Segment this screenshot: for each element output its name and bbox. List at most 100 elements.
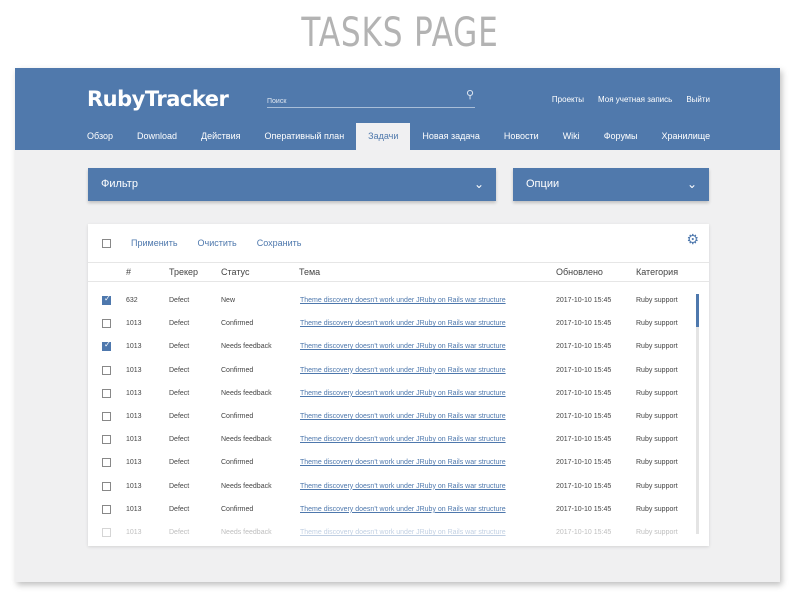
updated: 2017-10-10 15:45: [556, 529, 612, 536]
subject-link[interactable]: Theme discovery doesn't work under JRuby…: [300, 483, 506, 490]
tracker: Defect: [169, 389, 190, 397]
updated: 2017-10-10 15:45: [556, 389, 612, 397]
status: Needs feedback: [221, 389, 272, 397]
row-checkbox[interactable]: [102, 528, 111, 537]
row-checkbox[interactable]: [102, 388, 111, 398]
issue-id: 1013: [126, 436, 142, 444]
scrollbar[interactable]: [696, 294, 699, 534]
nav-tab[interactable]: Хранилище: [650, 123, 723, 150]
status: Confirmed: [221, 366, 254, 374]
table-row[interactable]: 632 Defect New Theme discovery doesn't w…: [88, 290, 688, 313]
table-row[interactable]: 1013 Defect Confirmed Theme discovery do…: [88, 360, 688, 383]
save-button[interactable]: Сохранить: [257, 238, 302, 248]
col-updated[interactable]: Обновлено: [556, 267, 603, 277]
options-panel-toggle[interactable]: Опции ⌄: [513, 168, 709, 201]
scrollbar-thumb[interactable]: [696, 294, 699, 327]
app-window: RubyTracker ⚲ Проекты Моя учетная запись…: [15, 68, 780, 582]
tracker: Defect: [169, 297, 190, 304]
table-row[interactable]: 1013 Defect Needs feedback Theme discove…: [88, 383, 688, 406]
row-checkbox[interactable]: [102, 458, 111, 468]
category: Ruby support: [636, 343, 678, 351]
tracker: Defect: [169, 505, 190, 513]
subject-link[interactable]: Theme discovery doesn't work under JRuby…: [300, 413, 506, 420]
updated: 2017-10-10 15:45: [556, 413, 612, 420]
link-my-account[interactable]: Моя учетная запись: [598, 95, 672, 104]
subject-link[interactable]: Theme discovery doesn't work under JRuby…: [300, 390, 506, 397]
table-row[interactable]: 1013 Defect Needs feedback Theme discove…: [88, 336, 688, 359]
tracker: Defect: [169, 413, 190, 420]
logo[interactable]: RubyTracker: [87, 87, 229, 111]
col-category[interactable]: Категория: [636, 267, 678, 277]
table-row[interactable]: 1013 Defect Needs feedback Theme discove…: [88, 429, 688, 452]
nav-tab[interactable]: Новости: [492, 123, 551, 150]
row-checkbox[interactable]: [102, 365, 111, 375]
subject-link[interactable]: Theme discovery doesn't work under JRuby…: [300, 320, 506, 327]
col-status[interactable]: Статус: [221, 267, 249, 277]
row-checkbox[interactable]: [102, 319, 111, 329]
updated: 2017-10-10 15:45: [556, 436, 612, 444]
issue-id: 1013: [126, 459, 142, 467]
issue-id: 1013: [126, 389, 142, 397]
issue-id: 1013: [126, 413, 142, 420]
subject-link[interactable]: Theme discovery doesn't work under JRuby…: [300, 367, 506, 374]
row-checkbox[interactable]: [102, 481, 111, 491]
category: Ruby support: [636, 529, 678, 536]
subject-link[interactable]: Theme discovery doesn't work under JRuby…: [300, 343, 506, 350]
col-subject[interactable]: Тема: [299, 267, 320, 277]
subject-link[interactable]: Theme discovery doesn't work under JRuby…: [300, 529, 506, 536]
row-checkbox[interactable]: [102, 340, 111, 352]
subject-link[interactable]: Theme discovery doesn't work under JRuby…: [300, 436, 506, 443]
col-id[interactable]: #: [126, 267, 131, 277]
nav-tab[interactable]: Wiki: [551, 123, 592, 150]
apply-button[interactable]: Применить: [131, 238, 178, 248]
category: Ruby support: [636, 436, 678, 444]
issue-id: 1013: [126, 320, 142, 328]
category: Ruby support: [636, 389, 678, 397]
category: Ruby support: [636, 482, 678, 490]
row-checkbox[interactable]: [102, 294, 111, 305]
row-checkbox[interactable]: [102, 504, 111, 514]
subject-link[interactable]: Theme discovery doesn't work under JRuby…: [300, 297, 506, 304]
nav-tab[interactable]: Действия: [189, 123, 252, 150]
nav-tab[interactable]: Download: [125, 123, 189, 150]
page-title: TASKS PAGE: [301, 10, 499, 56]
nav-tab[interactable]: Новая задача: [410, 123, 491, 150]
nav-tab[interactable]: Оперативный план: [252, 123, 356, 150]
filter-label: Фильтр: [101, 178, 138, 190]
table-row[interactable]: 1013 Defect Needs feedback Theme discove…: [88, 522, 688, 545]
col-tracker[interactable]: Трекер: [169, 267, 198, 277]
nav-tab[interactable]: Форумы: [592, 123, 650, 150]
table-row[interactable]: 1013 Defect Confirmed Theme discovery do…: [88, 452, 688, 475]
issues-table: Применить Очистить Сохранить ⚙ # Трекер …: [88, 224, 709, 546]
nav-tab[interactable]: Задачи: [356, 123, 411, 150]
options-label: Опции: [526, 178, 560, 190]
status: Confirmed: [221, 320, 254, 328]
status: Confirmed: [221, 505, 254, 513]
link-logout[interactable]: Выйти: [686, 95, 710, 104]
updated: 2017-10-10 15:45: [556, 297, 612, 304]
issue-id: 1013: [126, 366, 142, 374]
subject-link[interactable]: Theme discovery doesn't work under JRuby…: [300, 459, 506, 466]
category: Ruby support: [636, 297, 678, 304]
row-checkbox[interactable]: [102, 412, 111, 421]
search-icon[interactable]: ⚲: [466, 88, 474, 101]
select-all-checkbox[interactable]: [102, 238, 111, 248]
link-projects[interactable]: Проекты: [552, 95, 584, 104]
status: Confirmed: [221, 413, 254, 420]
row-checkbox[interactable]: [102, 435, 111, 445]
chevron-down-icon: ⌄: [473, 177, 484, 191]
filter-panel-toggle[interactable]: Фильтр ⌄: [88, 168, 496, 201]
subject-link[interactable]: Theme discovery doesn't work under JRuby…: [300, 506, 506, 513]
category: Ruby support: [636, 366, 678, 374]
table-row[interactable]: 1013 Defect Confirmed Theme discovery do…: [88, 499, 688, 522]
table-header: # Трекер Статус Тема Обновлено Категория: [88, 262, 709, 282]
table-row[interactable]: 1013 Defect Needs feedback Theme discove…: [88, 476, 688, 499]
gear-icon[interactable]: ⚙: [686, 231, 699, 248]
table-row[interactable]: 1013 Defect Confirmed Theme discovery do…: [88, 313, 688, 336]
nav-tab[interactable]: Обзор: [75, 123, 125, 150]
table-row[interactable]: 1013 Defect Confirmed Theme discovery do…: [88, 406, 688, 429]
search-input[interactable]: [267, 98, 447, 105]
tracker: Defect: [169, 366, 190, 374]
category: Ruby support: [636, 459, 678, 467]
clear-button[interactable]: Очистить: [198, 238, 237, 248]
